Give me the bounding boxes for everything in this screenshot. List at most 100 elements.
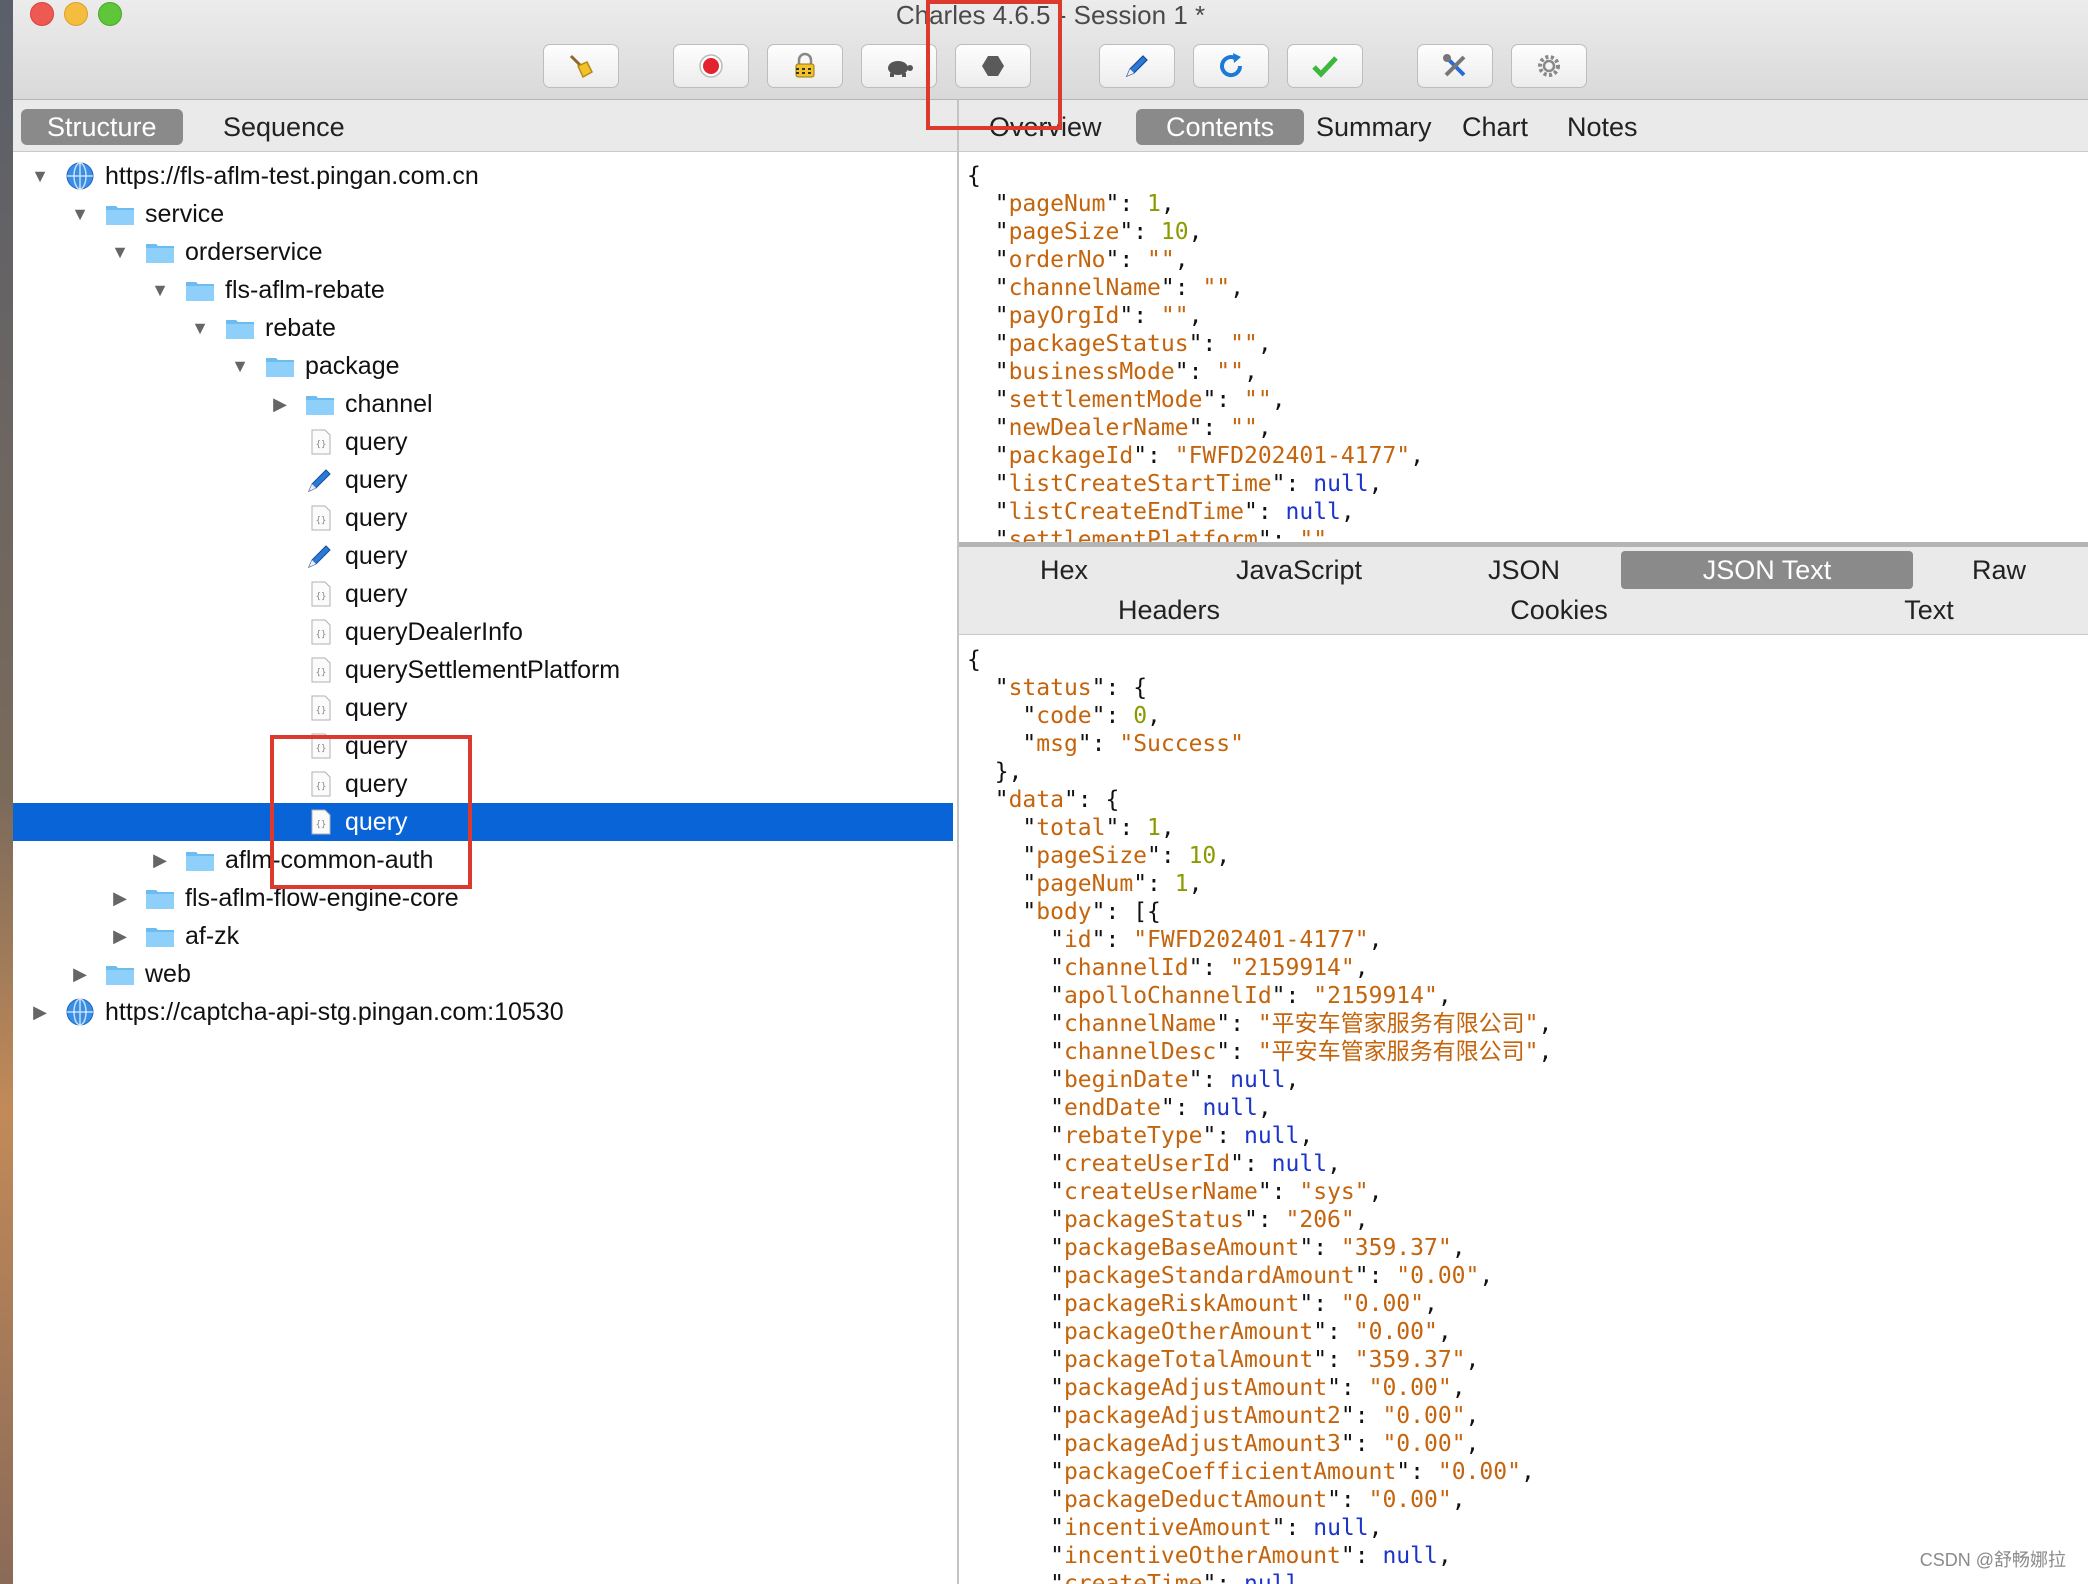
throttle-button[interactable] bbox=[861, 44, 937, 88]
disclosure-open-icon[interactable]: ▼ bbox=[69, 203, 91, 225]
disclosure-open-icon[interactable]: ▼ bbox=[29, 165, 51, 187]
ssl-lock-icon bbox=[795, 52, 815, 78]
tree-node-label: rebate bbox=[265, 313, 336, 342]
tree-node[interactable]: {} query bbox=[13, 575, 953, 613]
tree-node[interactable]: ▶ web bbox=[13, 955, 953, 993]
tree-node-label: package bbox=[305, 351, 400, 380]
json-value: "FWFD202401-4177" bbox=[1174, 443, 1411, 469]
response-body-viewer[interactable]: { "status": { "code": 0, "msg": "Success… bbox=[967, 646, 2087, 1584]
tools-button[interactable] bbox=[1417, 44, 1493, 88]
tree-node[interactable]: ▼ https://fls-aflm-test.pingan.com.cn bbox=[13, 157, 953, 195]
tree-node[interactable]: ▼ fls-aflm-rebate bbox=[13, 271, 953, 309]
tree-node[interactable]: ▶ aflm-common-auth bbox=[13, 841, 953, 879]
json-key: packageAdjustAmount2 bbox=[1063, 1403, 1341, 1429]
tab-sequence[interactable]: Sequence bbox=[197, 109, 371, 145]
disclosure-closed-icon[interactable]: ▶ bbox=[109, 925, 131, 947]
tree-node-label: fls-aflm-flow-engine-core bbox=[185, 883, 459, 912]
tree-node[interactable]: query bbox=[13, 461, 953, 499]
disclosure-none bbox=[269, 773, 291, 795]
tree-node[interactable]: ▼ package bbox=[13, 347, 953, 385]
tab-overview[interactable]: Overview bbox=[959, 109, 1132, 145]
disclosure-open-icon[interactable]: ▼ bbox=[109, 241, 131, 263]
disclosure-closed-icon[interactable]: ▶ bbox=[109, 887, 131, 909]
json-value: null bbox=[1313, 471, 1369, 497]
tab-structure[interactable]: Structure bbox=[21, 109, 183, 145]
json-value: 1 bbox=[1174, 871, 1189, 897]
json-value: "sys" bbox=[1299, 1179, 1369, 1205]
svg-text:{}: {} bbox=[316, 782, 327, 792]
tree-node[interactable]: ▼ orderservice bbox=[13, 233, 953, 271]
compose-button[interactable] bbox=[1099, 44, 1175, 88]
json-key: pageNum bbox=[1008, 191, 1106, 217]
tab-headers[interactable]: Headers bbox=[1039, 591, 1299, 629]
json-key: endDate bbox=[1063, 1095, 1161, 1121]
repeat-button[interactable] bbox=[1193, 44, 1269, 88]
json-line: "settlementPlatform": "" bbox=[967, 526, 2087, 542]
tree-node[interactable]: {} query bbox=[13, 499, 953, 537]
json-icon: {} bbox=[305, 693, 335, 723]
disclosure-closed-icon[interactable]: ▶ bbox=[269, 393, 291, 415]
svg-text:{}: {} bbox=[316, 440, 327, 450]
watermark: CSDN @舒畅娜拉 bbox=[1919, 1550, 2066, 1570]
settings-button[interactable] bbox=[1511, 44, 1587, 88]
json-icon: {} bbox=[305, 731, 335, 761]
tree-node[interactable]: ▶ https://captcha-api-stg.pingan.com:1053… bbox=[13, 993, 953, 1031]
json-key: payOrgId bbox=[1008, 303, 1120, 329]
json-value: 1 bbox=[1147, 815, 1161, 841]
json-key: code bbox=[1036, 703, 1092, 729]
record-button[interactable] bbox=[673, 44, 749, 88]
tree-node[interactable]: ▶ af-zk bbox=[13, 917, 953, 955]
tree-node[interactable]: ▼ service bbox=[13, 195, 953, 233]
tab-javascript[interactable]: JavaScript bbox=[1189, 551, 1409, 589]
tab-json-text[interactable]: JSON Text bbox=[1621, 551, 1913, 589]
disclosure-open-icon[interactable]: ▼ bbox=[149, 279, 171, 301]
json-value: "" bbox=[1230, 415, 1258, 441]
tree-node[interactable]: {} queryDealerInfo bbox=[13, 613, 953, 651]
tab-json[interactable]: JSON bbox=[1439, 551, 1609, 589]
json-line: "packageStatus": "", bbox=[994, 331, 1272, 357]
ssl-proxying-button[interactable] bbox=[767, 44, 843, 88]
json-line: "packageCoefficientAmount": "0.00", bbox=[1050, 1459, 1535, 1485]
json-value: "" bbox=[1230, 331, 1258, 357]
tab-hex[interactable]: Hex bbox=[979, 551, 1149, 589]
tree-node[interactable]: ▼ rebate bbox=[13, 309, 953, 347]
json-line: }, bbox=[967, 759, 1023, 785]
tree-node[interactable]: {} querySettlementPlatform bbox=[13, 651, 953, 689]
tree-node[interactable]: ▶ fls-aflm-flow-engine-core bbox=[13, 879, 953, 917]
disclosure-open-icon[interactable]: ▼ bbox=[229, 355, 251, 377]
folder-icon bbox=[265, 351, 295, 381]
folder-icon bbox=[145, 921, 175, 951]
json-key: id bbox=[1063, 927, 1092, 953]
disclosure-open-icon[interactable]: ▼ bbox=[189, 317, 211, 339]
svg-text:{}: {} bbox=[316, 744, 327, 754]
tree-node[interactable]: {} query bbox=[13, 423, 953, 461]
tree-node[interactable]: query bbox=[13, 537, 953, 575]
json-icon: {} bbox=[305, 655, 335, 685]
clear-session-button[interactable] bbox=[543, 44, 619, 88]
validate-button[interactable] bbox=[1287, 44, 1363, 88]
json-line: "msg": "Success" bbox=[1022, 731, 1244, 757]
tree-node[interactable]: {} query bbox=[13, 803, 953, 841]
json-key: createTime bbox=[1063, 1571, 1203, 1584]
tab-contents[interactable]: Contents bbox=[1136, 109, 1305, 145]
disclosure-closed-icon[interactable]: ▶ bbox=[69, 963, 91, 985]
tab-text[interactable]: Text bbox=[1839, 591, 2019, 629]
desktop-background bbox=[0, 0, 13, 1584]
tree-node[interactable]: {} query bbox=[13, 727, 953, 765]
disclosure-closed-icon[interactable]: ▶ bbox=[29, 1001, 51, 1023]
json-line: "apolloChannelId": "2159914", bbox=[1050, 983, 1452, 1009]
tree-node[interactable]: ▶ channel bbox=[13, 385, 953, 423]
tree-node[interactable]: {} query bbox=[13, 689, 953, 727]
request-body-viewer[interactable]: { "pageNum": 1, "pageSize": 10, "orderNo… bbox=[967, 162, 2087, 542]
json-value: null bbox=[1243, 1123, 1300, 1149]
json-line: "body": [{ bbox=[1022, 899, 1161, 925]
breakpoints-button[interactable] bbox=[955, 44, 1031, 88]
disclosure-closed-icon[interactable]: ▶ bbox=[149, 849, 171, 871]
tree-node[interactable]: {} query bbox=[13, 765, 953, 803]
repeat-icon bbox=[1220, 53, 1243, 78]
tab-notes[interactable]: Notes bbox=[1537, 109, 1668, 145]
tab-cookies[interactable]: Cookies bbox=[1449, 591, 1669, 629]
json-open-bracket: [{ bbox=[1133, 899, 1161, 925]
json-value: "0.00" bbox=[1382, 1431, 1466, 1457]
tab-raw[interactable]: Raw bbox=[1919, 551, 2079, 589]
